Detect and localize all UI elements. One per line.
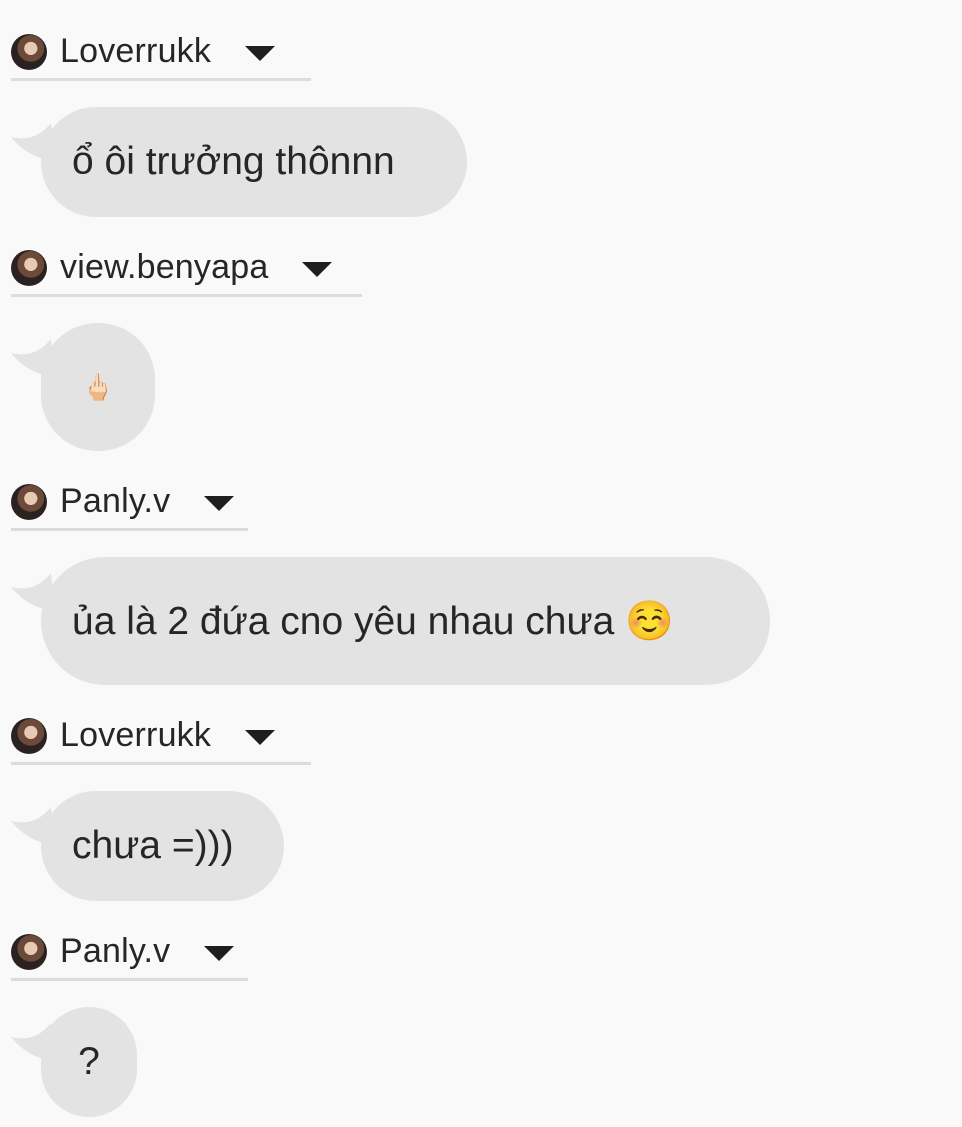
- message-header: Panly.v: [11, 925, 248, 981]
- message-bubble[interactable]: ủa là 2 đứa cno yêu nhau chưa ☺️: [41, 557, 770, 685]
- username[interactable]: Loverrukk: [60, 716, 211, 755]
- message-header: view.benyapa: [11, 241, 362, 297]
- message-text: chưa =))): [72, 824, 234, 867]
- username[interactable]: Panly.v: [60, 932, 170, 971]
- message-bubble[interactable]: ?: [41, 1007, 137, 1117]
- message-header: Loverrukk: [11, 25, 311, 81]
- avatar[interactable]: [11, 717, 47, 754]
- username[interactable]: Panly.v: [60, 482, 170, 521]
- chevron-down-icon[interactable]: [302, 262, 333, 277]
- avatar[interactable]: [11, 249, 47, 286]
- chevron-down-icon[interactable]: [245, 46, 276, 61]
- middle-finger-emoji: 🖕🏻: [81, 371, 115, 402]
- message-text: ?: [78, 1040, 100, 1083]
- username[interactable]: Loverrukk: [60, 32, 211, 71]
- avatar[interactable]: [11, 933, 47, 970]
- avatar[interactable]: [11, 33, 47, 70]
- message-text: ổ ôi trưởng thônnn: [72, 140, 395, 183]
- message-header: Loverrukk: [11, 709, 311, 765]
- message-bubble-group: chưa =))): [11, 791, 286, 901]
- avatar[interactable]: [11, 483, 47, 520]
- message-bubble[interactable]: chưa =))): [41, 791, 284, 901]
- message-bubble-group: ủa là 2 đứa cno yêu nhau chưa ☺️: [11, 557, 771, 685]
- message-header: Panly.v: [11, 475, 248, 531]
- message-bubble[interactable]: ổ ôi trưởng thônnn: [41, 107, 467, 217]
- message-text: ủa là 2 đứa cno yêu nhau chưa ☺️: [72, 600, 674, 643]
- chevron-down-icon[interactable]: [204, 496, 235, 511]
- chevron-down-icon[interactable]: [245, 730, 276, 745]
- message-bubble-group: ổ ôi trưởng thônnn: [11, 107, 471, 217]
- message-bubble-group: ?: [11, 1007, 138, 1117]
- message-bubble[interactable]: 🖕🏻: [41, 323, 155, 451]
- chevron-down-icon[interactable]: [204, 946, 235, 961]
- message-bubble-group: 🖕🏻: [11, 323, 156, 451]
- username[interactable]: view.benyapa: [60, 248, 268, 287]
